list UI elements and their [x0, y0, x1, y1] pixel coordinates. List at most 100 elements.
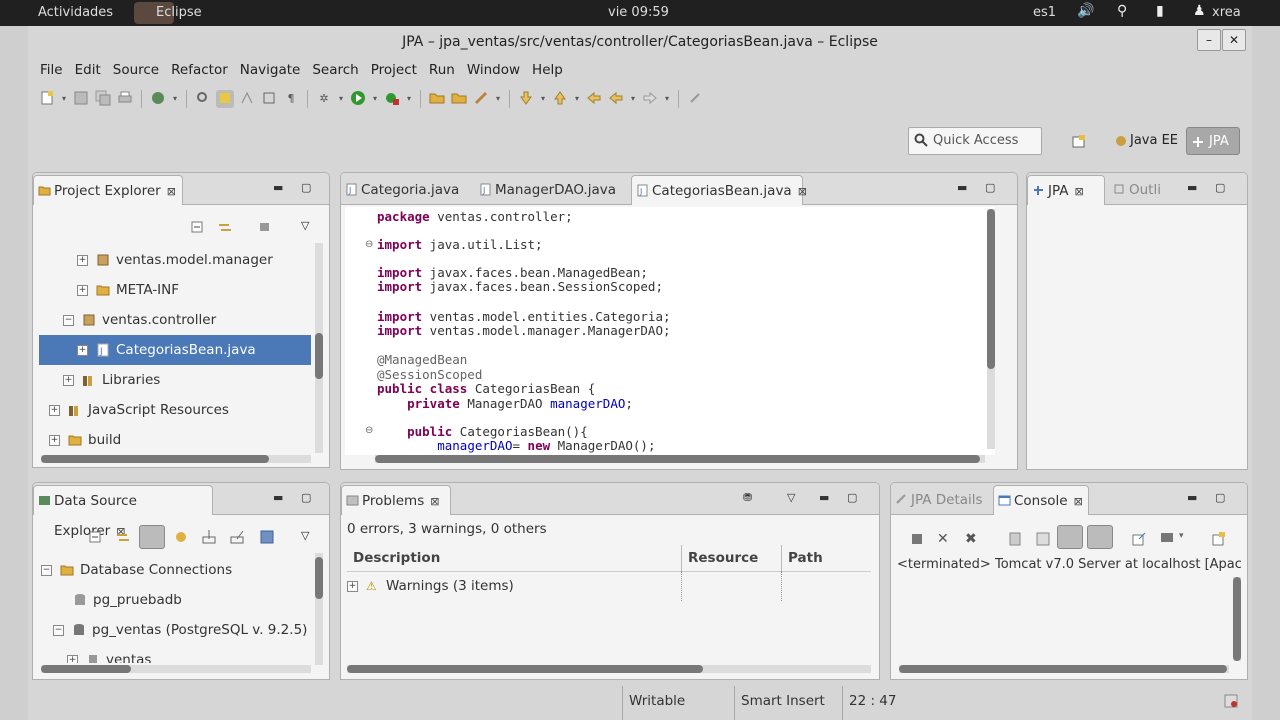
code-line[interactable]: import javax.faces.bean.ManagedBean; — [377, 265, 648, 280]
code-line[interactable]: public CategoriasBean(){ — [377, 424, 588, 439]
display-console-icon[interactable] — [1159, 531, 1175, 547]
remove-launch-icon[interactable]: ✕ — [937, 531, 953, 547]
highlight-icon[interactable] — [216, 90, 234, 108]
open-project-icon[interactable] — [450, 90, 468, 108]
code-line[interactable]: package ventas.controller; — [377, 209, 573, 224]
horizontal-scrollbar[interactable] — [899, 665, 1229, 673]
menu-window[interactable]: Window — [461, 58, 526, 82]
expand-icon[interactable]: + — [77, 254, 88, 266]
column-header-description[interactable]: Description — [353, 545, 440, 571]
next-annotation-dropdown-icon[interactable]: ▾ — [539, 90, 547, 108]
tree-item-ventas-model-manager[interactable]: + ventas.model.manager — [77, 245, 273, 275]
collapse-all-icon[interactable] — [87, 529, 103, 545]
export-icon[interactable] — [229, 529, 245, 545]
maximize-view-icon[interactable]: ▢ — [1215, 181, 1225, 194]
display-console-dropdown-icon[interactable]: ▾ — [1179, 531, 1195, 547]
volume-icon[interactable]: 🔊 — [1077, 3, 1094, 19]
scrollbar-thumb[interactable] — [41, 665, 131, 673]
window-title-bar[interactable]: JPA – jpa_ventas/src/ventas/controller/C… — [28, 26, 1252, 58]
tree-item-categoriasbean-java[interactable]: + J CategoriasBean.java — [39, 335, 311, 365]
back-icon[interactable] — [607, 90, 625, 108]
back-dropdown-icon[interactable]: ▾ — [629, 90, 637, 108]
tree-item-javascript-resources[interactable]: + JavaScript Resources — [49, 395, 229, 425]
view-menu-icon[interactable]: ▽ — [301, 529, 317, 545]
menu-run[interactable]: Run — [423, 58, 461, 82]
column-header-resource[interactable]: Resource — [681, 545, 758, 571]
minimize-view-icon[interactable]: ▬ — [273, 491, 283, 504]
minimize-view-icon[interactable]: ▬ — [957, 181, 967, 194]
menu-search[interactable]: Search — [306, 58, 364, 82]
menu-refactor[interactable]: Refactor — [165, 58, 234, 82]
pin-console-icon[interactable] — [1131, 531, 1147, 547]
tree-item-pg-pruebadb[interactable]: pg_pruebadb — [73, 585, 182, 615]
clock[interactable]: vie 09:59 — [608, 5, 669, 20]
run-icon[interactable] — [349, 90, 367, 108]
next-annotation-icon[interactable] — [517, 90, 535, 108]
scrollbar-thumb[interactable] — [315, 333, 323, 379]
tree-item-libraries[interactable]: + Libraries — [63, 365, 160, 395]
battery-icon[interactable]: ▮ — [1156, 3, 1164, 19]
new-connection-icon[interactable] — [173, 529, 189, 545]
maximize-view-icon[interactable]: ▢ — [301, 491, 311, 504]
tree-item-pg-ventas[interactable]: − pg_ventas (PostgreSQL v. 9.2.5) — [53, 615, 307, 645]
view-menu-icon[interactable]: ▽ — [787, 491, 795, 504]
minimize-view-icon[interactable]: ▬ — [1187, 181, 1197, 194]
close-tab-icon[interactable]: ⊠ — [430, 495, 439, 508]
menu-help[interactable]: Help — [526, 58, 569, 82]
expand-icon[interactable]: + — [49, 404, 60, 416]
scrollbar-thumb[interactable] — [375, 455, 980, 463]
mark-occurrences-icon[interactable] — [238, 90, 256, 108]
expand-icon[interactable]: + — [49, 434, 60, 446]
task-dropdown-icon[interactable]: ▾ — [494, 90, 502, 108]
code-line[interactable]: public class CategoriasBean { — [377, 381, 595, 396]
open-perspective-icon[interactable] — [1072, 134, 1086, 148]
tab-jpa[interactable]: JPA ⊠ — [1027, 175, 1105, 205]
clear-console-icon[interactable] — [1007, 531, 1023, 547]
progress-icon[interactable] — [1224, 694, 1238, 708]
vertical-scrollbar[interactable] — [315, 553, 323, 665]
link-icon[interactable] — [115, 529, 131, 545]
new-dropdown-icon[interactable]: ▾ — [60, 90, 68, 108]
view-menu-icon[interactable]: ▽ — [301, 219, 317, 235]
horizontal-scrollbar[interactable] — [347, 665, 871, 673]
tab-console[interactable]: Console ⊠ — [993, 485, 1089, 515]
code-line[interactable]: import java.util.List; — [377, 237, 543, 252]
tab-categoria-java[interactable]: J Categoria.java — [341, 175, 465, 205]
close-tab-icon[interactable]: ⊠ — [798, 185, 807, 198]
minimize-view-icon[interactable]: ▬ — [819, 491, 829, 504]
expand-icon[interactable]: + — [67, 654, 78, 663]
run-dropdown-icon[interactable]: ▾ — [371, 90, 379, 108]
view-menu-filter-icon[interactable] — [257, 219, 273, 235]
expand-icon[interactable]: + — [77, 344, 88, 356]
debug-dropdown-icon[interactable]: ▾ — [337, 90, 345, 108]
horizontal-scrollbar[interactable] — [375, 455, 985, 463]
table-row[interactable]: + ⚠ Warnings (3 items) — [347, 571, 514, 601]
pin-editor-icon[interactable] — [686, 90, 704, 108]
tree-item-ventas[interactable]: + ventas — [67, 645, 151, 663]
code-line[interactable]: import ventas.model.manager.ManagerDAO; — [377, 323, 671, 338]
perspective-java-ee[interactable]: Java EE — [1110, 127, 1178, 155]
expand-icon[interactable]: + — [77, 284, 88, 296]
filter-icon[interactable]: ⛃ — [743, 491, 752, 504]
tree-item-database-connections[interactable]: − Database Connections — [41, 555, 232, 585]
tab-managerdao-java[interactable]: J ManagerDAO.java — [475, 175, 627, 205]
activities-button[interactable]: Actividades — [38, 5, 113, 20]
tab-outline[interactable]: Outli — [1109, 175, 1179, 205]
user-menu[interactable]: xrea — [1212, 5, 1241, 20]
save-icon[interactable] — [72, 90, 90, 108]
open-type-icon[interactable] — [194, 90, 212, 108]
close-tab-icon[interactable]: ⊠ — [1075, 185, 1084, 198]
app-menu[interactable]: Eclipse — [156, 5, 202, 20]
expand-icon[interactable]: + — [347, 580, 358, 592]
show-on-stderr-icon[interactable] — [1087, 525, 1113, 549]
maximize-view-icon[interactable]: ▢ — [301, 181, 311, 194]
terminate-icon[interactable] — [909, 531, 925, 547]
scroll-lock-icon[interactable] — [1035, 531, 1051, 547]
server-dropdown-icon[interactable]: ▾ — [171, 90, 179, 108]
tree-item-build[interactable]: + build — [49, 425, 121, 455]
scrollbar-thumb[interactable] — [987, 209, 995, 369]
close-tab-icon[interactable]: ⊠ — [1074, 495, 1083, 508]
show-on-stdout-icon[interactable] — [1057, 525, 1083, 549]
tree-item-ventas-controller[interactable]: − ventas.controller — [63, 305, 216, 335]
external-tools-icon[interactable] — [383, 90, 401, 108]
